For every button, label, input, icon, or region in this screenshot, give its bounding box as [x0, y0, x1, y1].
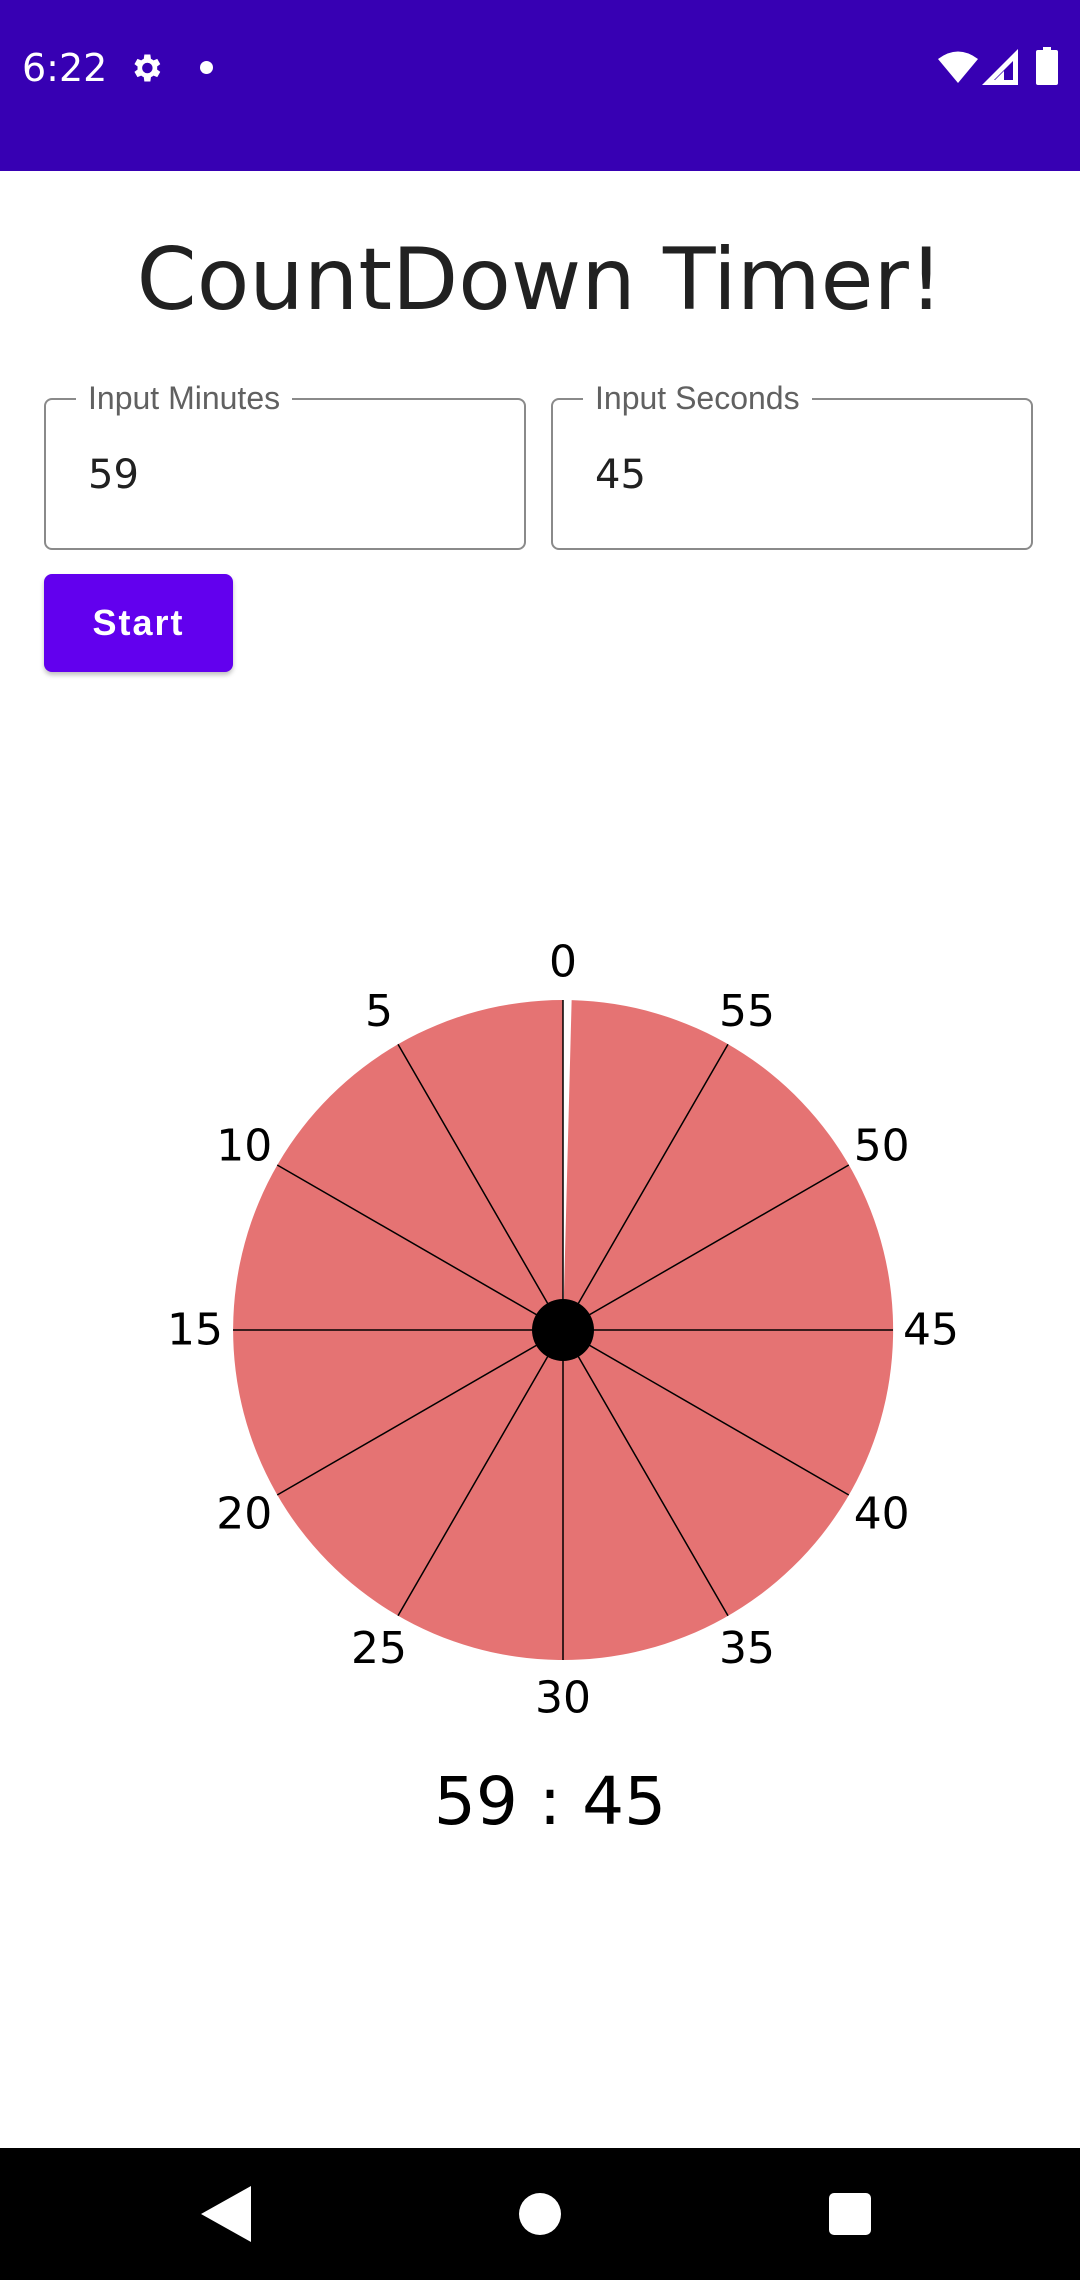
dial-label-0: 0 [549, 937, 577, 988]
recents-icon[interactable] [829, 2193, 871, 2235]
dial-label-25: 25 [351, 1623, 407, 1674]
dial-label-10: 10 [216, 1121, 272, 1172]
home-icon[interactable] [519, 2193, 561, 2235]
dial-center-hub [532, 1299, 594, 1361]
timer-dial: 0 55 50 45 40 35 30 25 20 15 10 5 [167, 937, 959, 1724]
dial-label-5: 5 [365, 986, 393, 1037]
dial-label-50: 50 [854, 1121, 910, 1172]
dial-label-55: 55 [719, 986, 775, 1037]
dial-label-40: 40 [854, 1489, 910, 1540]
back-icon[interactable] [201, 2186, 251, 2242]
time-readout: 59 : 45 [433, 1763, 667, 1840]
dial-label-30: 30 [535, 1673, 591, 1724]
dial-label-45: 45 [903, 1305, 959, 1356]
dial-label-15: 15 [167, 1305, 223, 1356]
dial-label-20: 20 [216, 1489, 272, 1540]
dial-label-35: 35 [719, 1623, 775, 1674]
